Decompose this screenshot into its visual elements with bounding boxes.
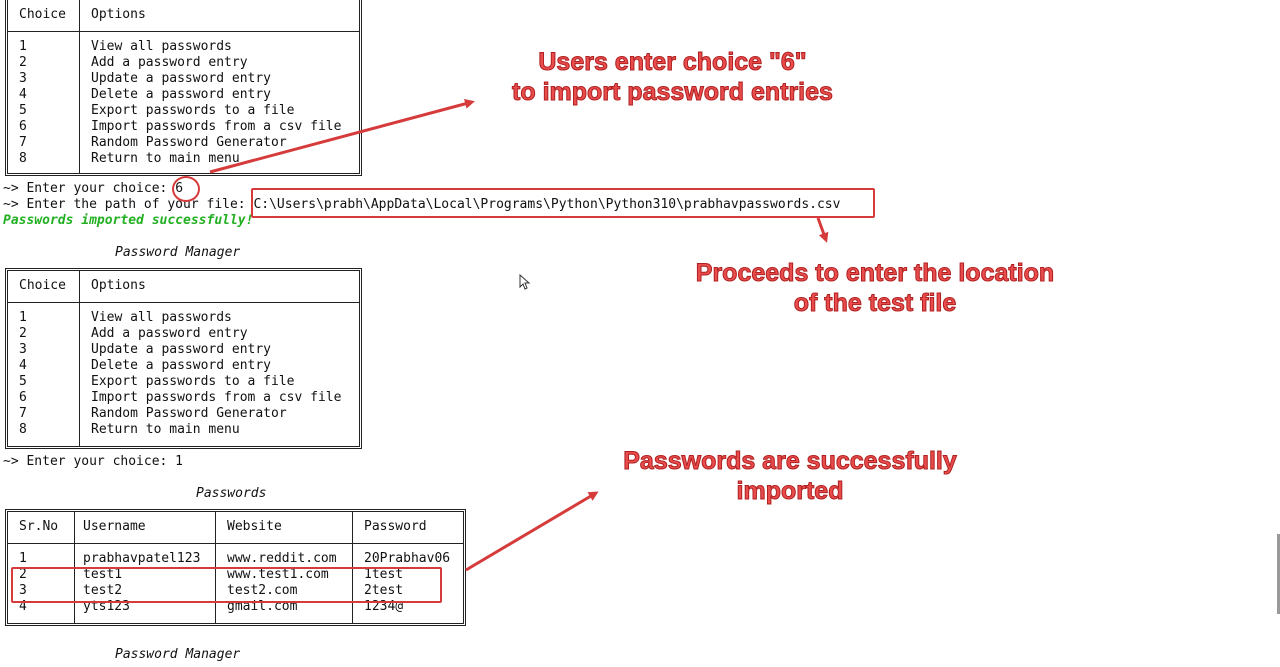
menu-num-6: 6 <box>19 390 27 405</box>
menu-label-2: Add a password entry <box>91 55 248 70</box>
menu-label-8: Return to main menu <box>91 151 240 166</box>
menu-label-4: Delete a password entry <box>91 87 272 102</box>
header-options: Options <box>91 278 146 293</box>
header-choice: Choice <box>19 7 66 22</box>
path-highlight-box <box>251 188 875 218</box>
menu-num-2: 2 <box>19 326 27 341</box>
mouse-cursor-icon <box>519 274 531 290</box>
menu-num-8: 8 <box>19 151 27 166</box>
menu-num-5: 5 <box>19 374 27 389</box>
table-cell: www.reddit.com <box>227 551 337 566</box>
choice-highlight-circle <box>172 176 200 202</box>
menu-num-3: 3 <box>19 71 27 86</box>
menu-label-5: Export passwords to a file <box>91 374 295 389</box>
menu-num-8: 8 <box>19 422 27 437</box>
menu-label-6: Import passwords from a csv file <box>91 390 342 405</box>
annotation-import-choice: Users enter choice "6" to import passwor… <box>512 48 834 107</box>
section-title-passwords: Passwords <box>196 486 267 501</box>
menu-label-6: Import passwords from a csv file <box>91 119 342 134</box>
menu-label-3: Update a password entry <box>91 71 272 86</box>
col-header-website: Website <box>227 519 282 534</box>
menu-num-5: 5 <box>19 103 27 118</box>
menu-num-4: 4 <box>19 358 27 373</box>
menu-label-1: View all passwords <box>91 39 232 54</box>
table-cell: 20Prabhav06 <box>364 551 451 566</box>
table-cell: prabhavpatel123 <box>83 551 201 566</box>
annotation-file-location: Proceeds to enter the location of the te… <box>695 259 1055 318</box>
col-header-password: Password <box>364 519 427 534</box>
menu-label-4: Delete a password entry <box>91 358 272 373</box>
col-header-srno: Sr.No <box>19 519 59 534</box>
menu-label-7: Random Password Generator <box>91 135 287 150</box>
header-options: Options <box>91 7 146 22</box>
menu-table-top: Choice Options 1 View all passwords 2 Ad… <box>5 0 362 176</box>
prompt-choice-1: ~> Enter your choice: 6 <box>3 181 184 196</box>
menu-num-1: 1 <box>19 310 27 325</box>
section-title-manager: Password Manager <box>115 245 241 260</box>
menu-table-second: Choice Options 1 View all passwords 2 Ad… <box>5 268 362 449</box>
menu-num-7: 7 <box>19 406 27 421</box>
menu-label-3: Update a password entry <box>91 342 272 357</box>
menu-label-8: Return to main menu <box>91 422 240 437</box>
menu-label-5: Export passwords to a file <box>91 103 295 118</box>
menu-num-6: 6 <box>19 119 27 134</box>
table-cell: 1 <box>19 551 27 566</box>
menu-label-7: Random Password Generator <box>91 406 287 421</box>
menu-label-1: View all passwords <box>91 310 232 325</box>
menu-num-7: 7 <box>19 135 27 150</box>
section-title-manager-bottom: Password Manager <box>115 647 241 662</box>
annotation-imported: Passwords are successfully imported <box>623 447 958 506</box>
prompt-choice-2: ~> Enter your choice: 1 <box>3 454 184 469</box>
header-choice: Choice <box>19 278 66 293</box>
menu-num-1: 1 <box>19 39 27 54</box>
menu-num-4: 4 <box>19 87 27 102</box>
arrow-to-location-note <box>816 217 829 243</box>
col-header-username: Username <box>83 519 146 534</box>
imported-rows-highlight-box <box>11 567 442 603</box>
arrow-to-imported-note <box>465 491 599 572</box>
menu-num-2: 2 <box>19 55 27 70</box>
success-message: Passwords imported successfully! <box>3 213 254 228</box>
menu-label-2: Add a password entry <box>91 326 248 341</box>
menu-num-3: 3 <box>19 342 27 357</box>
